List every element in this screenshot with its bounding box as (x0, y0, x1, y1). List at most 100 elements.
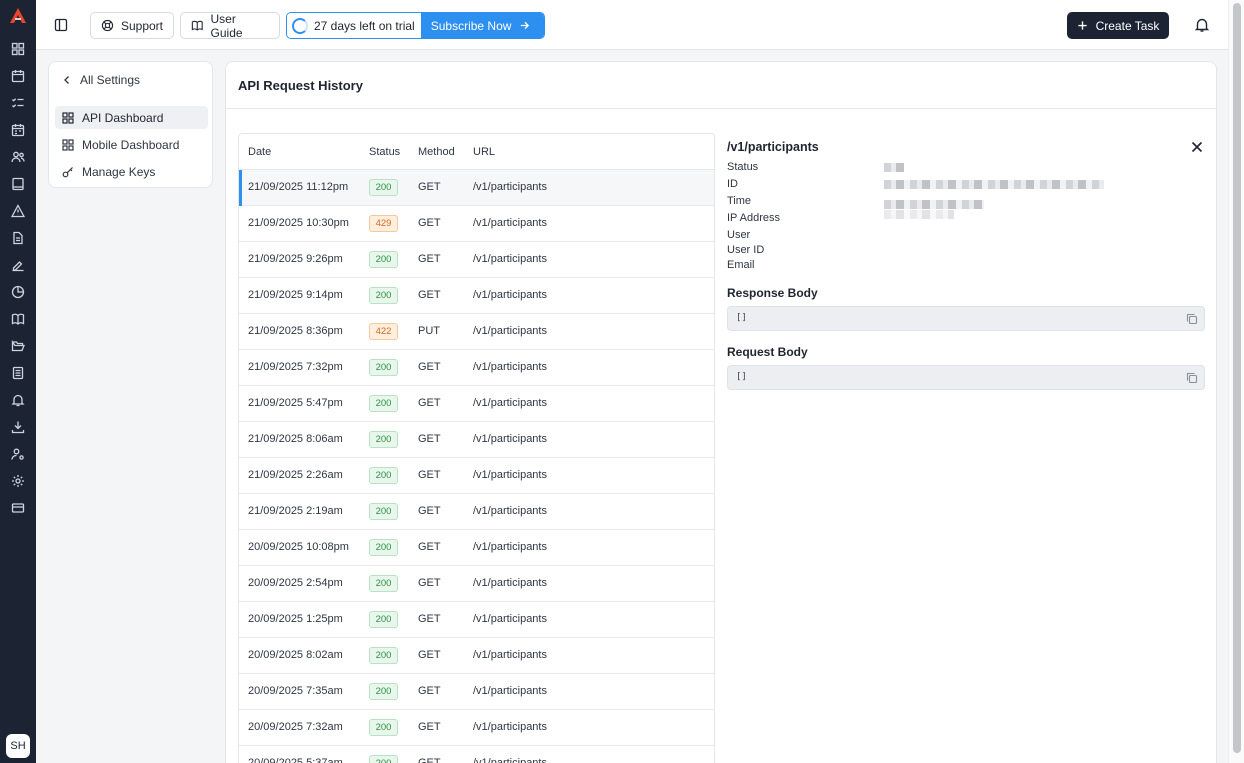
copy-icon[interactable] (1186, 372, 1198, 384)
status-badge: 200 (369, 539, 398, 556)
table-row[interactable]: 20/09/2025 10:08pm 200 GET/v1/participants (239, 530, 714, 566)
cell-method: GET (418, 253, 441, 265)
response-body-title: Response Body (727, 286, 818, 300)
cell-date: 20/09/2025 5:37am (248, 757, 343, 763)
create-task-label: Create Task (1095, 18, 1160, 33)
table-row[interactable]: 21/09/2025 2:19am 200 GET/v1/participants (239, 494, 714, 530)
nav-item-manage-keys[interactable]: Manage Keys (55, 160, 208, 183)
status-badge: 200 (369, 431, 398, 448)
cell-method: PUT (418, 325, 440, 337)
cell-date: 20/09/2025 8:02am (248, 649, 343, 661)
response-body-box[interactable]: [] (727, 306, 1205, 331)
close-icon[interactable] (1191, 141, 1203, 153)
cell-url: /v1/participants (473, 217, 547, 229)
request-body-title: Request Body (727, 345, 808, 359)
book-icon[interactable] (11, 177, 25, 191)
table-row[interactable]: 21/09/2025 10:30pm 429 GET/v1/participants (239, 206, 714, 242)
column-header-status[interactable]: Status (369, 146, 400, 158)
cell-date: 20/09/2025 7:35am (248, 685, 343, 697)
cell-method: GET (418, 217, 441, 229)
cell-method: GET (418, 577, 441, 589)
calendar-check-icon[interactable] (11, 69, 25, 83)
status-badge: 200 (369, 251, 398, 268)
field-label-email: Email (727, 259, 755, 271)
bell-alert-icon[interactable] (11, 393, 25, 407)
table-row[interactable]: 21/09/2025 9:14pm 200 GET/v1/participants (239, 278, 714, 314)
table-row[interactable]: 20/09/2025 7:35am 200 GET/v1/participants (239, 674, 714, 710)
copy-icon[interactable] (1186, 313, 1198, 325)
subscribe-button[interactable]: Subscribe Now (420, 13, 545, 38)
cell-method: GET (418, 433, 441, 445)
request-body-box[interactable]: [] (727, 365, 1205, 390)
open-book-icon[interactable] (11, 312, 25, 326)
cell-method: GET (418, 289, 441, 301)
cell-method: GET (418, 361, 441, 373)
table-row[interactable]: 21/09/2025 9:26pm 200 GET/v1/participants (239, 242, 714, 278)
users-icon[interactable] (11, 150, 25, 164)
calendar-icon[interactable] (11, 123, 25, 137)
folder-open-icon[interactable] (11, 339, 25, 353)
table-row[interactable]: 20/09/2025 7:32am 200 GET/v1/participants (239, 710, 714, 746)
status-badge: 200 (369, 575, 398, 592)
list-check-icon[interactable] (11, 96, 25, 110)
cell-date: 20/09/2025 2:54pm (248, 577, 343, 589)
nav-item-label: Manage Keys (82, 164, 156, 179)
sidebar-toggle-icon[interactable] (54, 18, 68, 32)
status-badge: 200 (369, 287, 398, 304)
table-row[interactable]: 20/09/2025 8:02am 200 GET/v1/participants (239, 638, 714, 674)
cell-url: /v1/participants (473, 649, 547, 661)
column-header-url[interactable]: URL (473, 146, 495, 158)
signature-icon[interactable] (11, 258, 25, 272)
table-row[interactable]: 21/09/2025 5:47pm 200 GET/v1/participants (239, 386, 714, 422)
field-label-time: Time (727, 195, 752, 207)
avatar[interactable]: SH (6, 734, 30, 758)
warning-icon[interactable] (11, 204, 25, 218)
credit-card-icon[interactable] (11, 501, 25, 515)
file-text-icon[interactable] (11, 366, 25, 380)
user-guide-button[interactable]: User Guide (180, 12, 280, 40)
cell-date: 21/09/2025 9:26pm (248, 253, 343, 265)
left-rail: SH (0, 0, 36, 763)
download-icon[interactable] (11, 420, 25, 434)
column-header-method[interactable]: Method (418, 146, 455, 158)
cell-date: 21/09/2025 10:30pm (248, 217, 349, 229)
status-badge: 200 (369, 719, 398, 736)
cell-url: /v1/participants (473, 541, 547, 553)
support-button[interactable]: Support (90, 12, 174, 39)
api-history-card: API Request History Date Status Method U… (225, 61, 1217, 763)
cell-date: 21/09/2025 11:12pm (248, 181, 349, 193)
cell-method: GET (418, 469, 441, 481)
field-label-status: Status (727, 161, 759, 173)
create-task-button[interactable]: Create Task (1067, 12, 1169, 39)
trial-status: 27 days left on trial (287, 13, 421, 38)
key-icon (62, 166, 73, 177)
nav-item-mobile-dashboard[interactable]: Mobile Dashboard (55, 133, 208, 156)
app-logo-icon[interactable] (9, 7, 27, 25)
table-row[interactable]: 21/09/2025 8:36pm 422 PUT/v1/participants (239, 314, 714, 350)
cell-date: 21/09/2025 8:06am (248, 433, 343, 445)
table-row[interactable]: 20/09/2025 1:25pm 200 GET/v1/participants (239, 602, 714, 638)
trial-text: 27 days left on trial (314, 18, 415, 33)
cell-method: GET (418, 649, 441, 661)
table-row[interactable]: 20/09/2025 5:37am 200 GET/v1/participants (239, 746, 714, 763)
table-row[interactable]: 21/09/2025 7:32pm 200 GET/v1/participants (239, 350, 714, 386)
table-row[interactable]: 21/09/2025 8:06am 200 GET/v1/participants (239, 422, 714, 458)
column-header-date[interactable]: Date (248, 146, 271, 158)
table-row[interactable]: 21/09/2025 2:26am 200 GET/v1/participants (239, 458, 714, 494)
cell-url: /v1/participants (473, 433, 547, 445)
scrollbar-thumb[interactable] (1233, 3, 1241, 753)
page-scrollbar[interactable] (1228, 0, 1244, 763)
document-icon[interactable] (11, 231, 25, 245)
pie-chart-icon[interactable] (11, 285, 25, 299)
cell-url: /v1/participants (473, 181, 547, 193)
status-badge: 200 (369, 503, 398, 520)
notification-bell-icon[interactable] (1194, 17, 1210, 33)
gear-icon[interactable] (11, 474, 25, 488)
nav-item-api-dashboard[interactable]: API Dashboard (55, 106, 208, 129)
cell-url: /v1/participants (473, 325, 547, 337)
grid-icon[interactable] (11, 42, 25, 56)
user-settings-icon[interactable] (11, 447, 25, 461)
all-settings-link[interactable]: All Settings (63, 73, 140, 87)
table-row[interactable]: 20/09/2025 2:54pm 200 GET/v1/participants (239, 566, 714, 602)
table-row[interactable]: 21/09/2025 11:12pm 200 GET/v1/participants (239, 170, 714, 206)
